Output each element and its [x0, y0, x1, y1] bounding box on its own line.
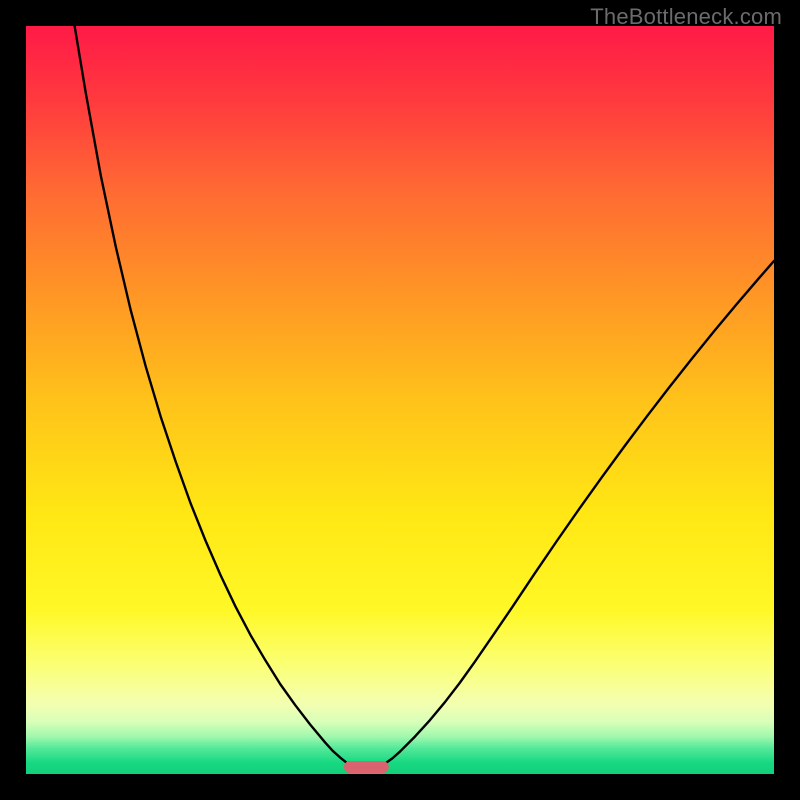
bottleneck-marker: [344, 761, 389, 773]
watermark-text: TheBottleneck.com: [590, 4, 782, 30]
chart-frame: [26, 26, 774, 774]
bottleneck-chart: [26, 26, 774, 774]
gradient-background: [26, 26, 774, 774]
